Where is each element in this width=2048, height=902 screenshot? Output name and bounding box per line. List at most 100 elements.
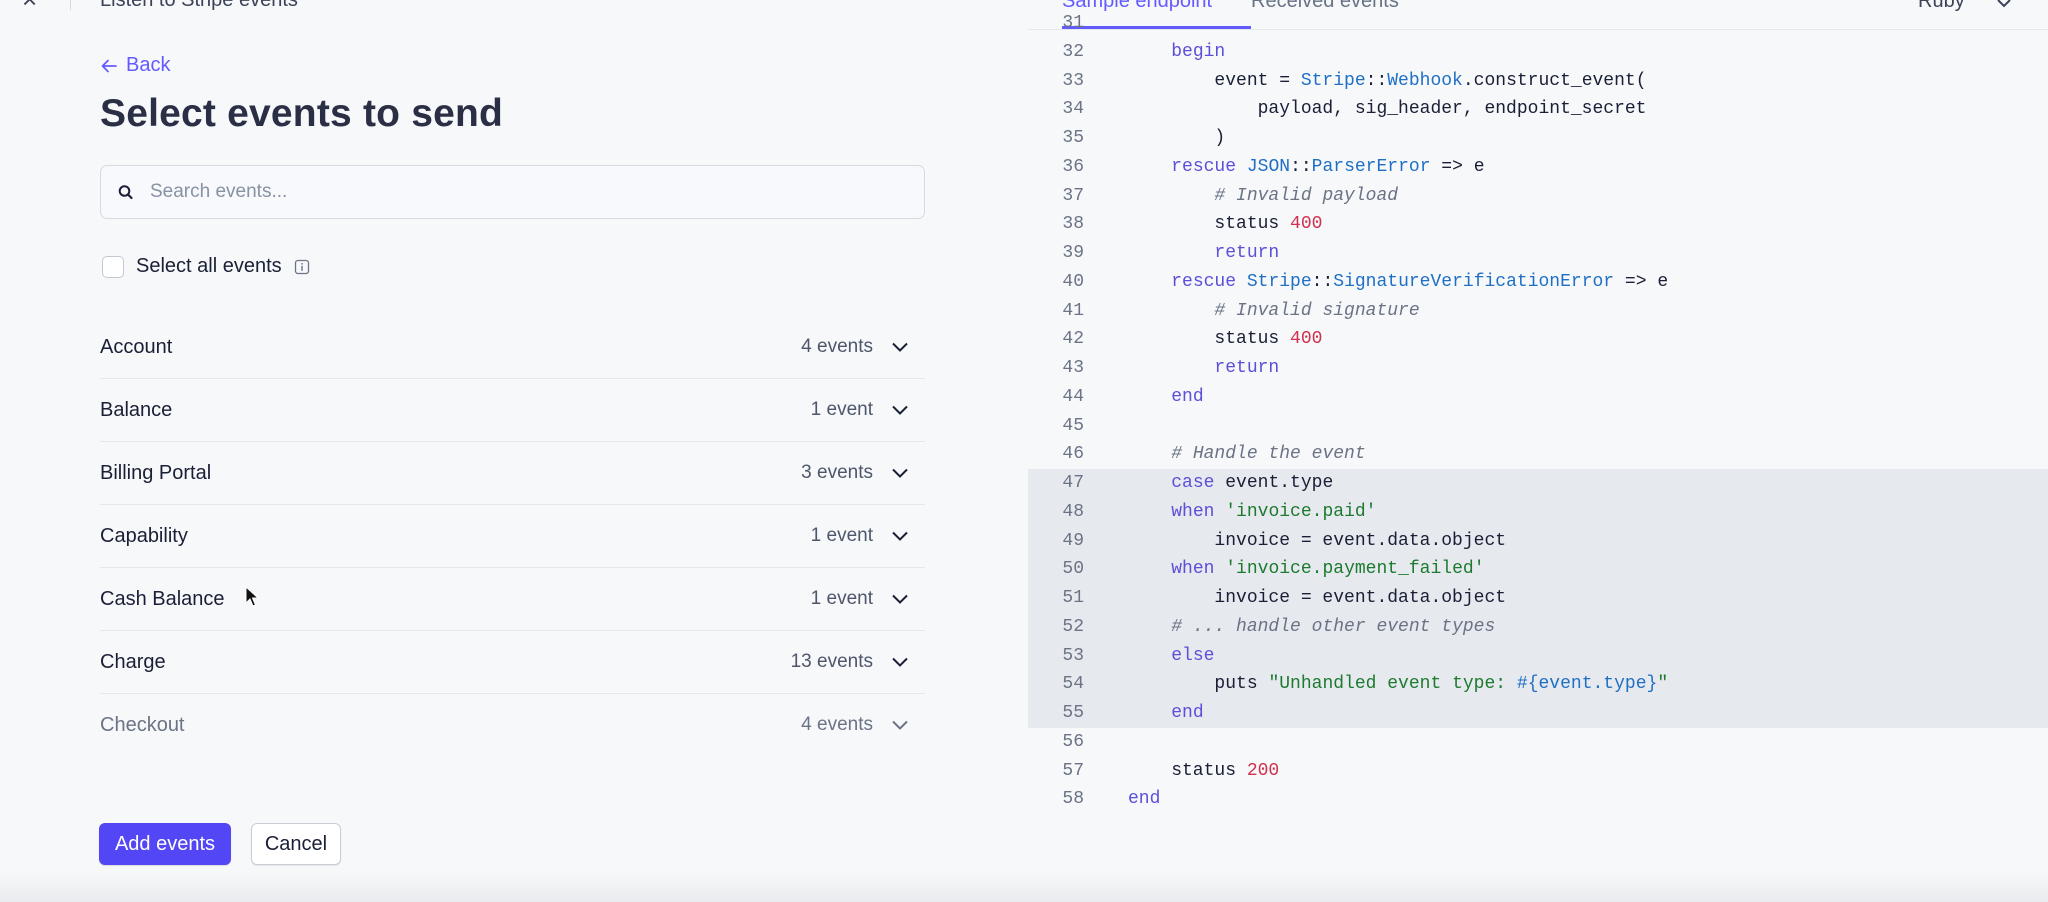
chevron-down-icon[interactable] bbox=[891, 404, 909, 416]
info-icon[interactable] bbox=[294, 259, 310, 275]
add-events-button[interactable]: Add events bbox=[99, 823, 231, 865]
chevron-down-icon[interactable] bbox=[891, 593, 909, 605]
category-name: Balance bbox=[100, 399, 173, 421]
chevron-down-icon[interactable] bbox=[891, 467, 909, 479]
code-text: # ... handle other event types bbox=[1171, 616, 1496, 637]
arrow-left-icon bbox=[101, 59, 117, 72]
line-number: 52 bbox=[1062, 616, 1084, 637]
select-all-events[interactable]: Select all events bbox=[102, 255, 310, 278]
code-line: 48 when 'invoice.paid' bbox=[1028, 497, 2048, 527]
line-number: 49 bbox=[1062, 530, 1084, 551]
code-line: 51 invoice = event.data.object bbox=[1028, 584, 2048, 613]
line-number: 44 bbox=[1062, 386, 1084, 407]
line-number: 46 bbox=[1062, 444, 1084, 465]
category-count: 3 events bbox=[801, 462, 873, 483]
code-line: 53 else bbox=[1028, 641, 2048, 671]
mouse-cursor-icon bbox=[245, 586, 259, 607]
line-number: 35 bbox=[1062, 128, 1084, 148]
code-text: when 'invoice.paid' bbox=[1171, 501, 1377, 522]
category-row-checkout[interactable]: Checkout 4 events bbox=[100, 694, 925, 757]
code-text: event = Stripe::Webhook.construct_event( bbox=[1128, 70, 1647, 91]
code-text: ) bbox=[1128, 128, 1226, 148]
code-panel: Sample endpoint Received events Ruby 31 3… bbox=[1028, 0, 2048, 861]
code-line: 56 bbox=[1028, 728, 2048, 757]
code-line: 38 status 400 bbox=[1028, 210, 2048, 239]
category-row-balance[interactable]: Balance 1 event bbox=[100, 379, 925, 442]
code-text: invoice = event.data.object bbox=[1128, 588, 1507, 608]
code-line: 39 return bbox=[1028, 239, 2048, 268]
code-line: 57 status 200 bbox=[1028, 757, 2048, 786]
line-number: 34 bbox=[1062, 99, 1084, 120]
line-number: 55 bbox=[1062, 703, 1084, 723]
line-number: 48 bbox=[1062, 501, 1084, 522]
code-text: rescue JSON::ParserError => e bbox=[1171, 156, 1485, 177]
dialog-title: Listen to Stripe events bbox=[100, 0, 298, 11]
line-number: 31 bbox=[1062, 13, 1084, 33]
back-link[interactable]: Back bbox=[100, 54, 170, 77]
line-number: 58 bbox=[1062, 789, 1084, 810]
code-line: 49 invoice = event.data.object bbox=[1028, 526, 2048, 556]
code-line: 52 # ... handle other event types bbox=[1028, 612, 2048, 642]
cancel-button[interactable]: Cancel bbox=[251, 823, 341, 865]
category-row-billing-portal[interactable]: Billing Portal 3 events bbox=[100, 442, 925, 505]
code-text: status 200 bbox=[1128, 760, 1280, 781]
code-line: 46 # Handle the event bbox=[1028, 440, 2048, 469]
bottom-shadow bbox=[0, 872, 2048, 902]
line-number: 36 bbox=[1062, 156, 1084, 177]
code-text: when 'invoice.payment_failed' bbox=[1171, 559, 1485, 580]
category-row-capability[interactable]: Capability 1 event bbox=[100, 505, 925, 568]
category-count: 4 events bbox=[801, 714, 873, 735]
chevron-down-icon[interactable] bbox=[891, 719, 909, 731]
code-line: 34 payload, sig_header, endpoint_secret bbox=[1028, 95, 2048, 124]
line-number: 45 bbox=[1062, 415, 1084, 436]
code-text: return bbox=[1214, 243, 1280, 263]
chevron-down-icon[interactable] bbox=[891, 656, 909, 668]
code-line: 50 when 'invoice.payment_failed' bbox=[1028, 555, 2048, 584]
category-name: Checkout bbox=[100, 714, 185, 736]
category-name: Capability bbox=[100, 525, 188, 547]
divider bbox=[70, 0, 71, 10]
line-number: 54 bbox=[1062, 674, 1084, 695]
category-row-charge[interactable]: Charge 13 events bbox=[100, 631, 925, 694]
close-icon[interactable]: × bbox=[22, 0, 44, 12]
line-number: 37 bbox=[1062, 185, 1084, 206]
category-name: Billing Portal bbox=[100, 462, 212, 484]
category-row-account[interactable]: Account 4 events bbox=[100, 316, 925, 379]
line-number: 50 bbox=[1062, 559, 1084, 580]
chevron-down-icon[interactable] bbox=[891, 341, 909, 353]
category-count: 1 event bbox=[810, 525, 873, 546]
back-label: Back bbox=[126, 54, 171, 76]
category-count: 1 event bbox=[810, 588, 873, 609]
search-box bbox=[100, 165, 925, 219]
code-line: 40 rescue Stripe::SignatureVerificationE… bbox=[1028, 268, 2048, 297]
code-line: 43 return bbox=[1028, 354, 2048, 383]
code-line: 42 status 400 bbox=[1028, 325, 2048, 354]
line-number: 53 bbox=[1062, 645, 1084, 666]
page-title: Select events to send bbox=[100, 92, 504, 135]
code-line: 33 event = Stripe::Webhook.construct_eve… bbox=[1028, 67, 2048, 96]
code-text: # Invalid signature bbox=[1214, 300, 1420, 321]
line-number: 40 bbox=[1062, 271, 1084, 292]
line-number: 43 bbox=[1062, 358, 1084, 378]
search-icon bbox=[118, 185, 133, 200]
search-input[interactable] bbox=[150, 181, 910, 203]
line-number: 47 bbox=[1062, 473, 1084, 493]
category-name: Charge bbox=[100, 651, 166, 673]
code-text: case event.type bbox=[1171, 473, 1334, 493]
select-all-label: Select all events bbox=[136, 255, 282, 277]
code-line: 31 bbox=[1028, 9, 2048, 38]
category-count: 4 events bbox=[801, 336, 873, 357]
line-number: 51 bbox=[1062, 588, 1084, 608]
code-line: 37 # Invalid payload bbox=[1028, 182, 2048, 211]
select-all-checkbox[interactable] bbox=[102, 255, 124, 278]
code-line: 54 puts "Unhandled event type: #{event.t… bbox=[1028, 670, 2048, 699]
top-bar: × Listen to Stripe events bbox=[0, 0, 1028, 14]
code-text: else bbox=[1171, 645, 1215, 666]
category-row-cash-balance[interactable]: Cash Balance 1 event bbox=[100, 568, 925, 631]
chevron-down-icon[interactable] bbox=[1996, 0, 2012, 8]
chevron-down-icon[interactable] bbox=[891, 530, 909, 542]
line-number: 42 bbox=[1062, 329, 1084, 350]
line-number: 38 bbox=[1062, 214, 1084, 235]
code-line: 55 end bbox=[1028, 699, 2048, 728]
code-text: puts "Unhandled event type: #{event.type… bbox=[1128, 674, 1669, 695]
